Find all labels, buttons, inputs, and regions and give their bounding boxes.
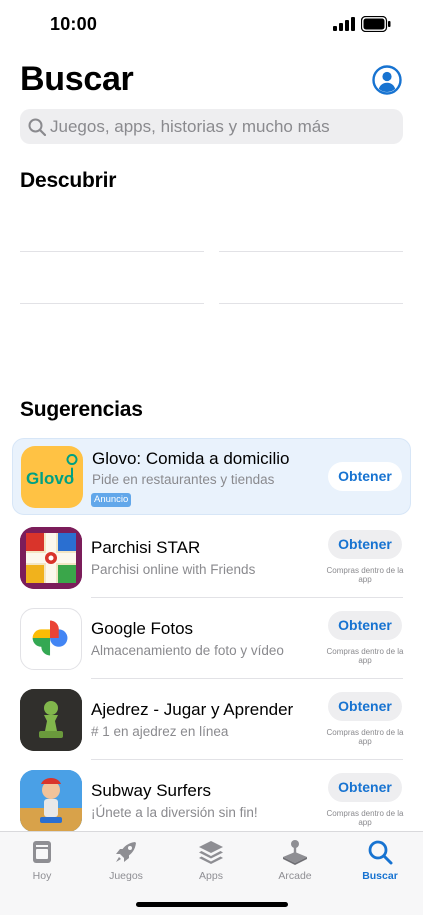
app-subtitle: Pide en restaurantes y tiendas (92, 472, 275, 487)
discover-title: Descubrir (20, 169, 117, 192)
tab-label: Juegos (109, 870, 143, 882)
search-icon (368, 840, 393, 865)
discover-divider (20, 303, 204, 304)
suggestions-title: Sugerencias (20, 398, 143, 421)
in-app-purchases-note: Compras dentro de la app (326, 728, 404, 746)
app-name: Parchisi STAR (91, 538, 201, 557)
joystick-icon (283, 840, 307, 865)
suggestion-row-glovo[interactable]: Glovo Glovo: Comida a domicilio Pide en … (12, 438, 411, 515)
discover-divider (20, 251, 204, 252)
search-bar[interactable] (20, 109, 403, 144)
status-time: 10:00 (50, 14, 98, 34)
app-subtitle: ¡Únete a la diversión sin fin! (91, 805, 258, 820)
discover-divider (219, 303, 403, 304)
tab-buscar[interactable]: Buscar (338, 838, 422, 886)
get-button[interactable]: Obtener (328, 773, 402, 802)
in-app-purchases-note: Compras dentro de la app (326, 647, 404, 665)
tab-label: Arcade (278, 870, 312, 882)
row-divider (91, 678, 403, 679)
app-subtitle: Parchisi online with Friends (91, 562, 256, 577)
get-button[interactable]: Obtener (328, 530, 402, 559)
suggestion-row-google-fotos[interactable]: Google Fotos Almacenamiento de foto y ví… (0, 600, 423, 681)
in-app-purchases-note: Compras dentro de la app (326, 809, 404, 827)
suggestion-row-parchisi[interactable]: Parchisi STAR Parchisi online with Frien… (0, 519, 423, 600)
rocket-icon (116, 842, 136, 862)
app-name: Ajedrez - Jugar y Aprender (91, 700, 294, 719)
today-icon (33, 841, 51, 863)
account-button[interactable] (372, 65, 402, 95)
parchisi-icon (20, 527, 82, 589)
get-button[interactable]: Obtener (328, 462, 402, 491)
status-bar: 10:00 (0, 0, 423, 50)
cellular-signal-icon (333, 17, 355, 31)
magnifier-icon (28, 118, 46, 136)
glovo-icon: Glovo (21, 446, 83, 508)
row-divider (91, 759, 403, 760)
get-button[interactable]: Obtener (328, 692, 402, 721)
subway-surfers-icon (20, 770, 82, 832)
app-name: Glovo: Comida a domicilio (92, 449, 290, 468)
app-subtitle: # 1 en ajedrez en línea (91, 724, 229, 739)
tab-apps[interactable]: Apps (169, 838, 253, 886)
chess-icon (20, 689, 82, 751)
ad-badge: Anuncio (91, 493, 132, 507)
tab-hoy[interactable]: Hoy (0, 838, 84, 886)
battery-icon (361, 16, 391, 32)
layers-icon (199, 841, 223, 864)
row-divider (91, 597, 403, 598)
tab-label: Apps (199, 870, 223, 882)
app-name: Subway Surfers (91, 781, 211, 800)
tab-label: Hoy (32, 870, 52, 882)
app-subtitle: Almacenamiento de foto y vídeo (91, 643, 284, 658)
discover-divider (219, 251, 403, 252)
in-app-purchases-note: Compras dentro de la app (326, 566, 404, 584)
app-name: Google Fotos (91, 619, 194, 638)
svg-text:Glovo: Glovo (26, 469, 74, 488)
google-photos-icon (20, 608, 82, 670)
suggestion-row-ajedrez[interactable]: Ajedrez - Jugar y Aprender # 1 en ajedre… (0, 681, 423, 762)
home-indicator (136, 902, 288, 907)
account-icon (372, 65, 402, 95)
tab-label: Buscar (362, 870, 398, 882)
tab-arcade[interactable]: Arcade (253, 838, 337, 886)
search-input[interactable] (50, 109, 395, 144)
page-title: Buscar (20, 60, 134, 98)
tab-juegos[interactable]: Juegos (84, 838, 168, 886)
get-button[interactable]: Obtener (328, 611, 402, 640)
